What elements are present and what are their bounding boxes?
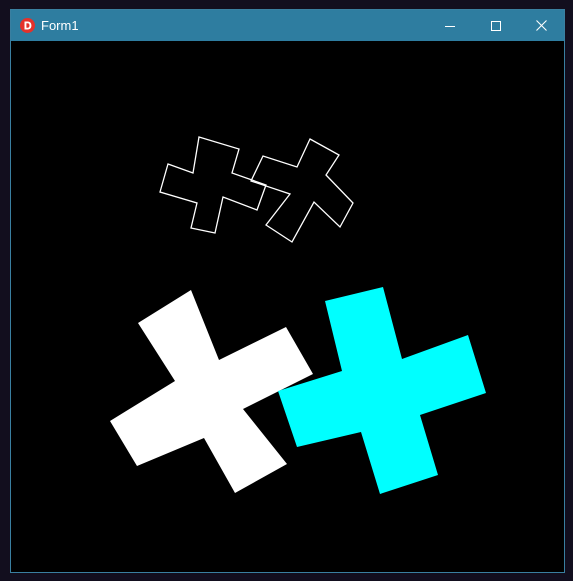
filled-cross-cyan bbox=[278, 287, 486, 494]
title-bar[interactable]: Form1 bbox=[11, 10, 564, 41]
drawing-canvas[interactable] bbox=[11, 41, 564, 572]
outline-cross-left bbox=[159, 136, 267, 234]
window-title: Form1 bbox=[41, 18, 79, 33]
maximize-icon bbox=[491, 20, 501, 31]
close-button[interactable] bbox=[518, 10, 564, 41]
minimize-button[interactable] bbox=[427, 10, 473, 41]
outline-cross-right bbox=[250, 138, 354, 243]
minimize-icon bbox=[445, 25, 455, 27]
close-icon bbox=[535, 20, 547, 31]
app-window: Form1 bbox=[10, 9, 565, 573]
maximize-button[interactable] bbox=[473, 10, 519, 41]
delphi-icon bbox=[20, 18, 35, 33]
